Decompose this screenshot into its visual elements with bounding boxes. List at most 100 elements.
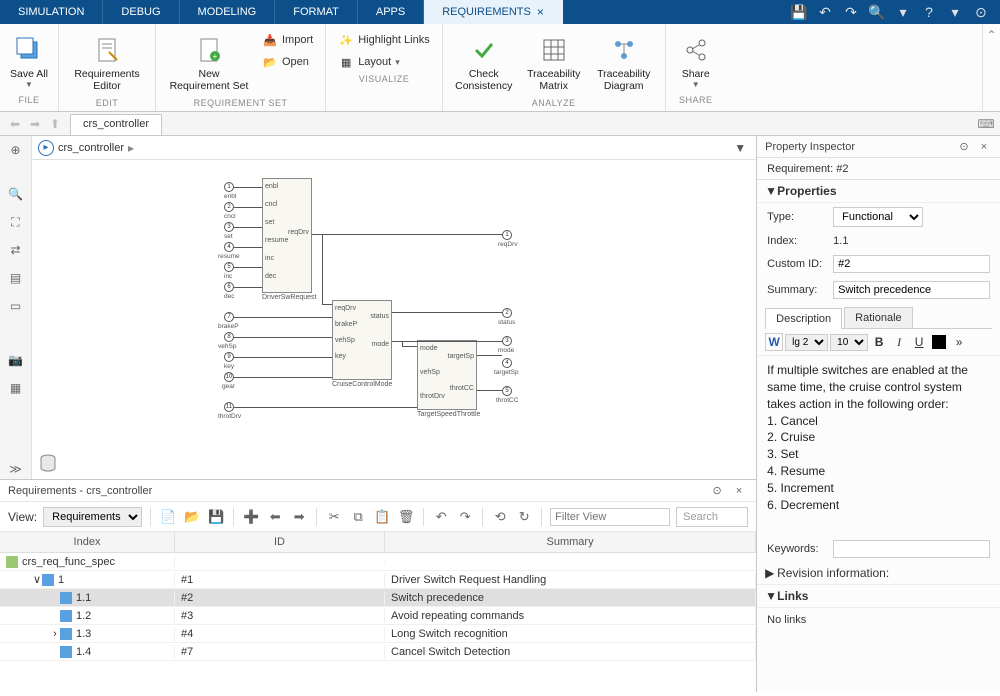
search-input[interactable]: Search — [676, 507, 748, 527]
inport-8[interactable]: 8 — [224, 332, 234, 342]
block-icon[interactable]: ▭ — [6, 296, 26, 316]
col-header-summary[interactable]: Summary — [385, 532, 756, 552]
share-button[interactable]: Share ▼ — [674, 30, 718, 93]
camera-icon[interactable]: 📷 — [6, 350, 26, 370]
traceability-matrix-button[interactable]: Traceability Matrix — [521, 30, 587, 96]
section-properties[interactable]: ▼Properties — [757, 180, 1000, 203]
tab-requirements[interactable]: REQUIREMENTS × — [424, 0, 563, 24]
table-row[interactable]: ›1.3#4Long Switch recognition — [0, 625, 756, 643]
expand-icon[interactable]: ≫ — [6, 459, 26, 479]
tab-format[interactable]: FORMAT — [275, 0, 358, 24]
close-icon[interactable]: × — [730, 482, 748, 500]
copy-icon[interactable]: ⧉ — [349, 508, 367, 526]
inport-5[interactable]: 5 — [224, 262, 234, 272]
up-icon[interactable]: ⬆ — [46, 115, 64, 133]
undo-icon[interactable]: ↶ — [432, 508, 450, 526]
paste-icon[interactable]: 📋 — [373, 508, 391, 526]
document-tab[interactable]: crs_controller — [70, 114, 162, 135]
redo-icon[interactable]: ↷ — [842, 3, 860, 21]
check-consistency-button[interactable]: Check Consistency — [451, 30, 517, 96]
more-icon[interactable]: » — [950, 333, 968, 351]
library-icon[interactable]: ▦ — [6, 378, 26, 398]
layout-button[interactable]: ▦Layout — [334, 52, 434, 72]
requirements-table[interactable]: Index ID Summary crs_req_func_spec ∨1#1D… — [0, 532, 756, 692]
bold-icon[interactable]: B — [870, 333, 888, 351]
inport-6[interactable]: 6 — [224, 282, 234, 292]
table-row[interactable]: 1.4#7Cancel Switch Detection — [0, 643, 756, 661]
redo-icon[interactable]: ↷ — [456, 508, 474, 526]
word-icon[interactable]: W — [765, 333, 783, 351]
save-all-button[interactable]: Save All ▼ — [8, 30, 50, 93]
table-row[interactable]: 1.2#3Avoid repeating commands — [0, 607, 756, 625]
promote-icon[interactable]: ⬅ — [266, 508, 284, 526]
block-driverswrequest[interactable]: enbl cncl set resume inc dec reqDrv — [262, 178, 312, 293]
underline-icon[interactable]: U — [910, 333, 928, 351]
summary-input[interactable] — [833, 281, 990, 299]
save-icon[interactable]: 💾 — [207, 508, 225, 526]
block-targetspeedthrottle[interactable]: mode vehSp throtDrv targetSp throtCC — [417, 340, 477, 410]
filter-view-input[interactable] — [550, 508, 670, 526]
keyboard-icon[interactable]: ⌨ — [972, 112, 1000, 135]
explorer-icon[interactable]: ⊕ — [6, 140, 26, 160]
tab-modeling[interactable]: MODELING — [180, 0, 276, 24]
zoom-in-icon[interactable]: 🔍 — [6, 184, 26, 204]
inport-4[interactable]: 4 — [224, 242, 234, 252]
inport-7[interactable]: 7 — [224, 312, 234, 322]
tab-debug[interactable]: DEBUG — [103, 0, 179, 24]
inport-9[interactable]: 9 — [224, 352, 234, 362]
fit-icon[interactable]: ⛶ — [6, 212, 26, 232]
block-cruisecontrolmode[interactable]: reqDrv brakeP vehSp key status mode — [332, 300, 392, 380]
delete-icon[interactable]: 🗑 — [397, 508, 415, 526]
tab-description[interactable]: Description — [765, 308, 842, 329]
options-icon[interactable]: ⊙ — [708, 482, 726, 500]
description-editor[interactable]: If multiple switches are enabled at the … — [757, 356, 1000, 536]
customid-input[interactable] — [833, 255, 990, 273]
view-select[interactable]: Requirements — [43, 507, 142, 527]
help-icon[interactable]: ? — [920, 3, 938, 21]
outport-2[interactable]: 2 — [502, 308, 512, 318]
table-row[interactable]: 1.1#2Switch precedence — [0, 589, 756, 607]
section-links[interactable]: ▼Links — [757, 585, 1000, 608]
col-header-index[interactable]: Index — [0, 532, 175, 552]
dropdown-icon[interactable]: ▾ — [946, 3, 964, 21]
outport-5[interactable]: 5 — [502, 386, 512, 396]
search-icon[interactable]: 🔍 — [868, 3, 886, 21]
outport-4[interactable]: 4 — [502, 358, 512, 368]
outport-3[interactable]: 3 — [502, 336, 512, 346]
breadcrumb-dropdown[interactable]: ▼ — [730, 139, 750, 157]
inport-10[interactable]: 10 — [224, 372, 234, 382]
model-icon[interactable]: ▸ — [38, 140, 54, 156]
breadcrumb-root[interactable]: crs_controller — [58, 142, 124, 154]
col-header-id[interactable]: ID — [175, 532, 385, 552]
outport-1[interactable]: 1 — [502, 230, 512, 240]
options-icon[interactable]: ⊙ — [956, 139, 972, 155]
pan-icon[interactable]: ⇄ — [6, 240, 26, 260]
tab-rationale[interactable]: Rationale — [844, 307, 912, 328]
collapse-ribbon-icon[interactable]: ⌃ — [986, 28, 996, 42]
add-req-icon[interactable]: ➕ — [242, 508, 260, 526]
forward-icon[interactable]: ➡ — [26, 115, 44, 133]
italic-icon[interactable]: I — [890, 333, 908, 351]
section-revision-info[interactable]: ▶Revision information: — [757, 562, 1000, 585]
link-icon[interactable]: ⟲ — [491, 508, 509, 526]
font-style-select[interactable]: lg 2 — [785, 334, 828, 351]
demote-icon[interactable]: ➡ — [290, 508, 308, 526]
type-select[interactable]: Functional — [833, 207, 923, 227]
new-reqset-icon[interactable]: 📄 — [159, 508, 177, 526]
close-icon[interactable]: × — [537, 5, 544, 19]
tab-simulation[interactable]: SIMULATION — [0, 0, 103, 24]
keywords-input[interactable] — [833, 540, 990, 558]
requirements-editor-button[interactable]: Requirements Editor — [67, 30, 147, 96]
inport-11[interactable]: 11 — [224, 402, 234, 412]
font-size-select[interactable]: 10 — [830, 334, 868, 351]
new-requirement-set-button[interactable]: + New Requirement Set — [164, 30, 254, 96]
model-canvas[interactable]: 1enbl 2cncl 3set 4resume 5inc 6dec 7brak… — [32, 160, 756, 479]
open-button[interactable]: 📂Open — [258, 52, 317, 72]
dropdown-icon[interactable]: ▾ — [894, 3, 912, 21]
table-row-file[interactable]: crs_req_func_spec — [0, 553, 756, 571]
save-icon[interactable]: 💾 — [790, 3, 808, 21]
inport-1[interactable]: 1 — [224, 182, 234, 192]
refresh-icon[interactable]: ↻ — [515, 508, 533, 526]
close-icon[interactable]: × — [976, 139, 992, 155]
annotation-icon[interactable]: ▤ — [6, 268, 26, 288]
